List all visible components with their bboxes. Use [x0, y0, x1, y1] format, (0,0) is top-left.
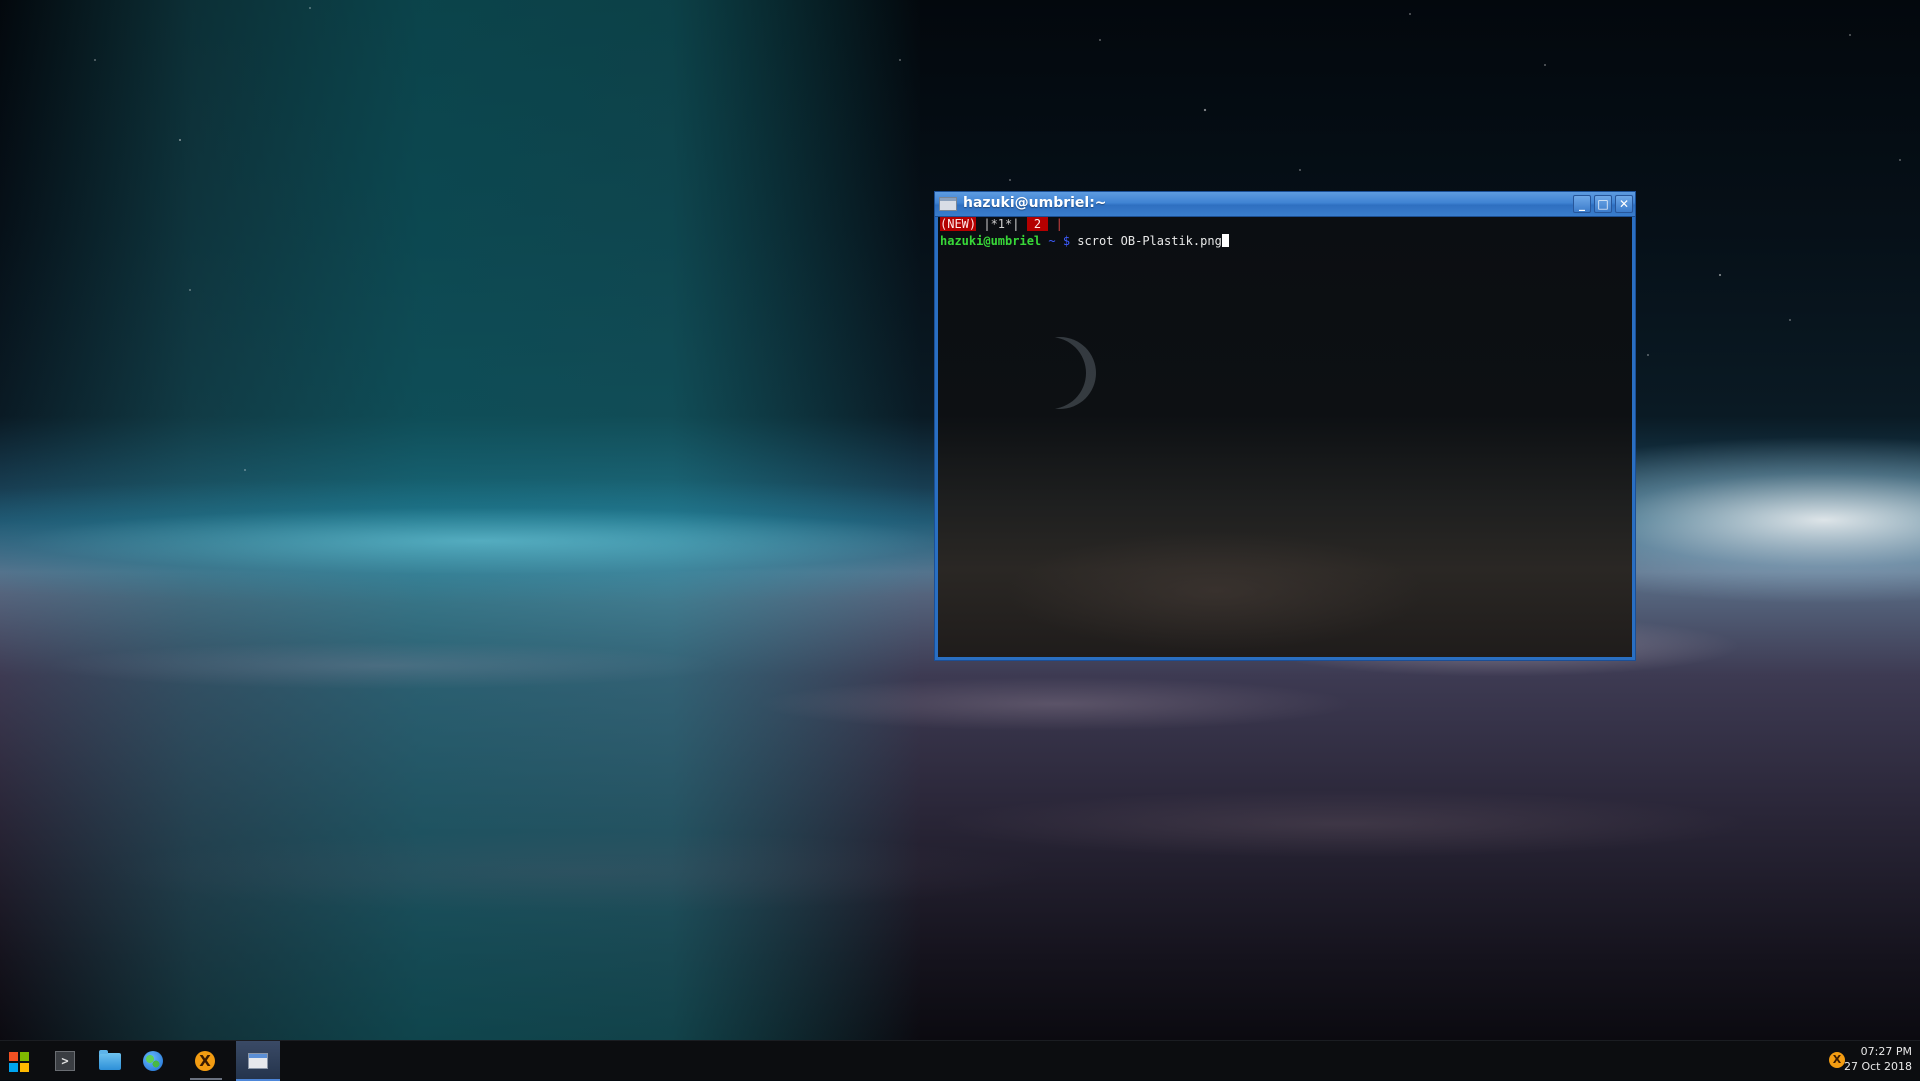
terminal-window[interactable]: hazuki@umbriel:~ _ □ ✕ (NEW) |*1*| 2 | h… — [934, 191, 1636, 661]
terminal-window-task-button[interactable] — [236, 1041, 280, 1081]
window-title: hazuki@umbriel:~ — [963, 195, 1107, 211]
prompt-symbol: $ — [1062, 234, 1078, 248]
folder-icon — [99, 1050, 121, 1070]
window-icon — [248, 1053, 268, 1069]
window-titlebar[interactable]: hazuki@umbriel:~ _ □ ✕ — [935, 192, 1635, 217]
web-browser-button[interactable] — [132, 1041, 176, 1081]
prompt-line[interactable]: hazuki@umbriel ~ $ scrot OB-Plastik.png — [940, 233, 1229, 249]
count-tag: 2 — [1026, 217, 1049, 231]
prompt-path: ~ — [1041, 234, 1063, 248]
clock-date: 27 Oct 2018 — [1843, 1060, 1912, 1073]
start-menu-button[interactable] — [0, 1041, 44, 1081]
window-list: |*1*| — [976, 217, 1027, 231]
new-tag: (NEW) — [940, 217, 977, 231]
window-app-icon[interactable] — [939, 197, 957, 211]
taskbar: > X — [0, 1040, 1920, 1081]
clock-time: 07:27 PM — [1860, 1045, 1912, 1058]
file-manager-button[interactable] — [88, 1041, 132, 1081]
x-circle-icon: X — [195, 1051, 215, 1071]
taskbar-clock[interactable]: 07:27 PM 27 Oct 2018 — [1842, 1044, 1912, 1074]
close-button[interactable]: ✕ — [1615, 195, 1633, 213]
globe-icon — [143, 1051, 163, 1071]
windows-logo-icon — [9, 1052, 29, 1072]
prompt-user-host: hazuki@umbriel — [940, 234, 1042, 248]
text-cursor — [1221, 234, 1229, 247]
x-app-button[interactable]: X — [184, 1041, 228, 1081]
terminal-area[interactable]: (NEW) |*1*| 2 | hazuki@umbriel ~ $ scrot… — [938, 217, 1632, 657]
minimize-button[interactable]: _ — [1573, 195, 1591, 213]
end-bar: | — [1048, 217, 1063, 231]
terminal-launcher-button[interactable]: > — [44, 1041, 88, 1081]
tmux-status-line: (NEW) |*1*| 2 | — [940, 217, 1063, 231]
terminal-icon: > — [55, 1051, 75, 1071]
maximize-button[interactable]: □ — [1594, 195, 1612, 213]
command-text: scrot OB-Plastik.png — [1077, 234, 1222, 248]
moon-background — [1024, 337, 1096, 409]
